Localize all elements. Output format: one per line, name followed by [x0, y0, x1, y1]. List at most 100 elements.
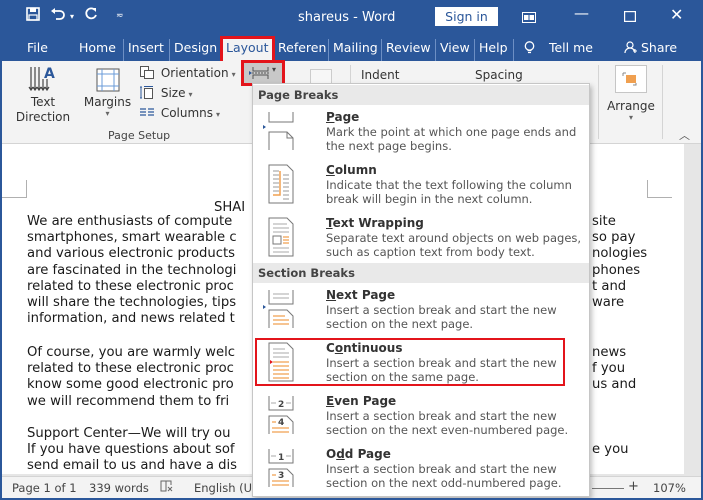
crop-mark — [647, 180, 672, 198]
tab-layout[interactable]: Layout — [220, 36, 275, 64]
tab-insert[interactable]: Insert — [123, 39, 168, 61]
document-line-right: us and — [592, 377, 637, 393]
text-wrapping-break-icon — [263, 216, 299, 258]
undo-dropdown-icon[interactable]: ▾ — [70, 12, 74, 21]
tab-references[interactable]: Referen — [274, 39, 330, 61]
zoom-level[interactable]: 107% — [653, 481, 686, 495]
margins-label: Margins — [83, 95, 132, 109]
svg-text:2: 2 — [278, 400, 284, 410]
document-line: send email to us and have a dis — [27, 458, 238, 474]
orientation-button[interactable]: Orientation ▾ — [140, 66, 236, 80]
menu-item-next-page[interactable]: Next Page Insert a section break and star… — [253, 284, 589, 336]
breaks-dropdown-menu: Page Breaks Section Breaks Page Mark the … — [252, 83, 590, 497]
columns-label: Columns — [160, 106, 214, 120]
arrange-button[interactable]: Arrange ▾ — [607, 65, 655, 122]
language-indicator[interactable]: English (U — [194, 481, 252, 495]
vertical-scrollbar[interactable] — [686, 144, 701, 480]
tab-review[interactable]: Review — [381, 39, 435, 61]
document-line: will share the technologies, tips — [27, 295, 237, 310]
document-line: know some good electronic pro — [27, 377, 234, 393]
save-icon[interactable] — [26, 7, 40, 25]
collapse-ribbon-icon[interactable]: ︿ — [679, 127, 690, 143]
ribbon-display-options-icon[interactable] — [522, 9, 536, 27]
document-line: information, and news related t — [27, 311, 235, 327]
undo-icon[interactable] — [50, 7, 66, 25]
menu-item-description: Separate text around objects on web page… — [326, 231, 582, 259]
close-icon[interactable]: ✕ — [670, 5, 683, 24]
title-bar: ▾ ≂ shareus - Word Sign in — ✕ — [2, 2, 701, 35]
lightbulb-icon — [524, 40, 539, 55]
document-line: Of course, you are warmly welc — [27, 345, 235, 360]
orientation-dropdown-icon: ▾ — [231, 70, 236, 79]
document-line-right: f you — [592, 361, 626, 377]
size-button[interactable]: Size ▾ — [140, 86, 192, 100]
zoom-slider[interactable] — [592, 488, 624, 489]
size-dropdown-icon: ▾ — [188, 90, 193, 99]
svg-text:4: 4 — [278, 418, 284, 428]
menu-item-description: Indicate that the text following the col… — [326, 178, 572, 206]
redo-icon[interactable] — [84, 7, 98, 25]
tell-me-box[interactable]: Tell me — [513, 39, 597, 61]
menu-item-description: Mark the point at which one page ends an… — [326, 125, 577, 153]
menu-item-description: Insert a section break and start the new… — [326, 462, 562, 490]
document-line: smartphones, smart wearable c — [27, 230, 237, 246]
document-line: Support Center—We will try ou — [27, 426, 231, 441]
document-line: are fascinated in the technologi — [27, 262, 237, 278]
tab-design[interactable]: Design — [169, 39, 221, 61]
quick-access-toolbar: ▾ ≂ — [26, 7, 124, 25]
text-direction-button[interactable]: A Text Direction — [12, 65, 74, 125]
margins-icon — [80, 67, 135, 95]
ribbon-separator — [598, 65, 599, 139]
breaks-button[interactable]: ▾ — [241, 60, 285, 86]
document-line: and various electronic products — [27, 246, 236, 262]
ribbon-separator — [662, 65, 663, 139]
document-line-right: t and — [592, 278, 627, 294]
minimize-icon[interactable]: — — [574, 4, 589, 22]
menu-item-odd-page[interactable]: 1 3 Odd Page Insert a section break and sta… — [253, 443, 589, 495]
next-page-break-icon — [263, 288, 299, 330]
arrange-icon — [615, 65, 647, 93]
tab-view[interactable]: View — [435, 39, 474, 61]
indent-label: Indent — [361, 68, 400, 82]
tab-file[interactable]: File — [23, 39, 52, 61]
menu-item-description: Insert a section break and start the new… — [326, 409, 569, 437]
menu-item-title: Page — [326, 110, 360, 124]
odd-page-break-icon: 13 — [263, 447, 299, 489]
svg-text:1: 1 — [278, 453, 284, 463]
menu-item-even-page[interactable]: 2 4 Even Page Insert a section break and st… — [253, 390, 589, 442]
tab-mailings[interactable]: Mailing — [328, 39, 382, 61]
columns-button[interactable]: Columns ▾ — [140, 106, 220, 120]
zoom-in-button[interactable]: + — [628, 479, 639, 494]
document-line-right: so pay — [592, 230, 636, 246]
tab-help[interactable]: Help — [474, 39, 512, 61]
customize-qat-icon[interactable]: ≂ — [116, 11, 124, 21]
menu-item-column[interactable]: Column Indicate that the text following t… — [253, 159, 589, 211]
proofing-icon[interactable] — [160, 480, 174, 495]
svg-text:3: 3 — [278, 471, 284, 481]
margins-button[interactable]: Margins ▾ — [80, 67, 135, 118]
page-count[interactable]: Page 1 of 1 — [12, 481, 77, 495]
tab-home[interactable]: Home — [75, 39, 120, 61]
arrange-label: Arrange — [607, 99, 655, 113]
sign-in-button[interactable]: Sign in — [435, 7, 498, 26]
document-line-right: ware — [592, 295, 625, 310]
share-button[interactable]: Share — [620, 39, 681, 61]
word-count[interactable]: 339 words — [89, 481, 149, 495]
tell-me-label: Tell me — [548, 40, 593, 55]
svg-text:A: A — [44, 66, 55, 82]
menu-item-description: Insert a section break and start the new… — [326, 303, 557, 331]
menu-item-text-wrapping[interactable]: Text Wrapping Separate text around object… — [253, 212, 589, 264]
section-breaks-header: Section Breaks — [253, 263, 589, 283]
document-line: related to these electronic proc — [27, 278, 234, 294]
word-window: ▾ ≂ shareus - Word Sign in — ✕ File Home… — [0, 0, 703, 500]
arrange-dropdown-icon: ▾ — [628, 113, 633, 122]
document-line-right: news — [592, 345, 627, 360]
orientation-icon — [140, 66, 154, 80]
continuous-highlight-box — [255, 338, 565, 386]
menu-item-title: Text Wrapping — [326, 216, 424, 230]
text-direction-icon: A — [12, 65, 74, 95]
maximize-icon[interactable] — [623, 8, 637, 26]
menu-item-page[interactable]: Page Mark the point at which one page end… — [253, 106, 589, 158]
menu-item-title: Odd Page — [326, 447, 391, 461]
document-line: related to these electronic proc — [27, 361, 234, 377]
